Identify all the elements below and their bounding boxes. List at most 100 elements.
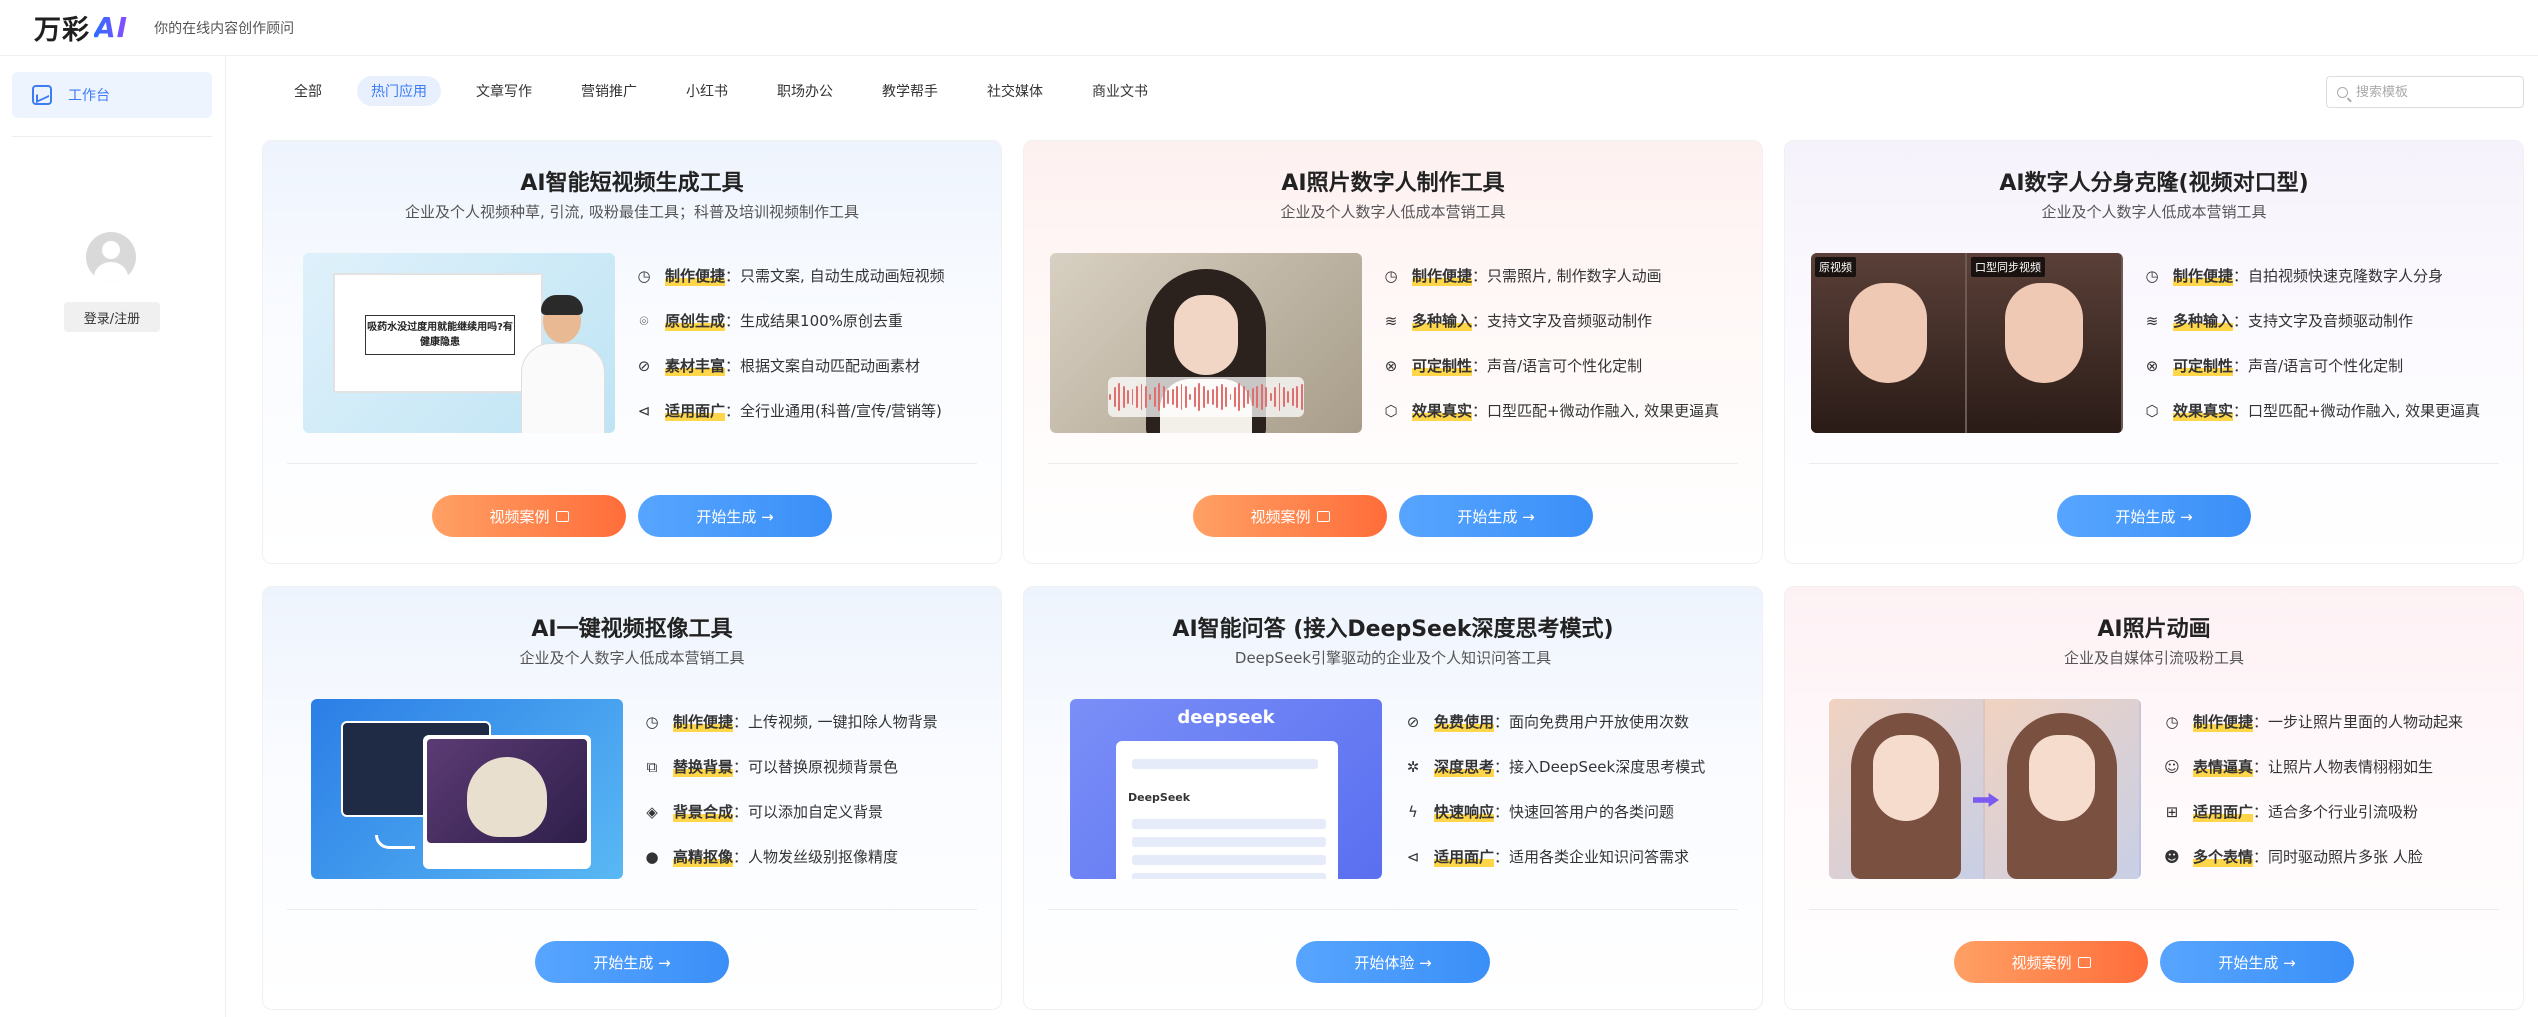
category-tabs: 全部 热门应用 文章写作 营销推广 小红书 职场办公 教学帮手 社交媒体 商业文… [280,76,1183,106]
card-subtitle: 企业及个人数字人低成本营销工具 [1280,203,1506,221]
start-experience-button[interactable]: 开始体验 → [1296,941,1490,983]
sidebar-divider [12,136,212,137]
original-video-tag: 原视频 [1815,257,1856,277]
sidebar-item-workspace[interactable]: 工作台 [12,72,212,118]
audio-wave [1108,377,1304,417]
card-divider [1048,909,1738,910]
gear-icon: ✲ [1406,757,1420,776]
card-title: AI智能短视频生成工具 [520,171,744,196]
feature-item: ⊲ 适用面广：全行业通用(科普/宣传/营销等) [635,388,1001,433]
card-title: AI一键视频抠像工具 [531,617,733,642]
card-subtitle: DeepSeek引擎驱动的企业及个人知识问答工具 [1234,649,1552,667]
card-divider [1809,909,2499,910]
card-photo-digital-human: AI照片数字人制作工具 企业及个人数字人低成本营销工具 ◷ 制作便捷：只需照片, … [1023,140,1763,564]
tab-marketing[interactable]: 营销推广 [567,76,651,106]
feature-list: ◷ 制作便捷：上传视频, 一键扣除人物背景 ⧉ 替换背景：可以替换原视频背景色 ◈ 背… [643,699,1001,879]
feature-item: ⊲ 适用面广：适用各类企业知识问答需求 [1404,834,1762,879]
tab-office[interactable]: 职场办公 [763,76,847,106]
video-case-button[interactable]: 视频案例 [1193,495,1387,537]
puzzle-icon: ⊗ [1384,356,1398,375]
card-thumbnail[interactable] [311,699,623,879]
card-deepseek-qa: AI智能问答 (接入DeepSeek深度思考模式) DeepSeek引擎驱动的企… [1023,586,1763,1010]
feature-item: ✲ 深度思考：接入DeepSeek深度思考模式 [1404,744,1762,789]
feature-item: ≋ 多种输入：支持文字及音频驱动制作 [1382,298,1762,343]
card-subtitle: 企业及个人数字人低成本营销工具 [519,649,745,667]
card-title: AI照片数字人制作工具 [1281,171,1505,196]
card-subtitle: 企业及个人视频种草, 引流, 吸粉最佳工具；科普及培训视频制作工具 [404,203,860,221]
feature-item: ⊘ 素材丰富：根据文案自动匹配动画素材 [635,343,1001,388]
feature-item: ⌾ 原创生成：生成结果100%原创去重 [635,298,1001,343]
feature-item: ϟ 快速响应：快速回答用户的各类问题 [1404,789,1762,834]
card-title: AI智能问答 (接入DeepSeek深度思考模式) [1172,617,1614,642]
sidebar: 工作台 登录/注册 [0,56,226,1017]
sidebar-item-label: 工作台 [68,88,110,104]
card-subtitle: 企业及自媒体引流吸粉工具 [2063,649,2244,667]
card-thumbnail[interactable]: 原视频 口型同步视频 [1811,253,2123,433]
card-title: AI照片动画 [2097,617,2211,642]
deepseek-panel-label: DeepSeek [1128,791,1191,804]
avatar[interactable] [86,232,136,282]
clock-icon: ◷ [2165,712,2179,731]
smile-icon: ☺ [2164,757,2180,776]
start-generate-button[interactable]: 开始生成 → [535,941,729,983]
feature-item: ⬡ 效果真实：口型匹配+微动作融入, 效果更逼真 [2143,388,2523,433]
feature-item: ◷ 制作便捷：上传视频, 一键扣除人物背景 [643,699,1001,744]
card-thumbnail[interactable] [1829,699,2141,879]
login-register-button[interactable]: 登录/注册 [64,302,160,332]
shield-icon: ⬡ [2145,401,2159,420]
bolt-icon: ϟ [1408,802,1418,821]
tab-xiaohongshu[interactable]: 小红书 [672,76,742,106]
start-generate-button[interactable]: 开始生成 → [1399,495,1593,537]
feature-item: ☺ 表情逼真：让照片人物表情栩栩如生 [2164,756,2434,777]
card-thumbnail[interactable] [1050,253,1362,433]
video-case-button[interactable]: 视频案例 [1954,941,2148,983]
layers-icon: ⊘ [637,356,651,375]
tab-all[interactable]: 全部 [280,76,336,106]
feature-item: ⊘ 免费使用：面向免费用户开放使用次数 [1404,699,1762,744]
card-digital-clone: AI数字人分身克隆(视频对口型) 企业及个人数字人低成本营销工具 原视频 口型同… [1784,140,2524,564]
feature-item: ⬡ 效果真实：口型匹配+微动作融入, 效果更逼真 [1382,388,1762,433]
lip-sync-video-tag: 口型同步视频 [1971,257,2045,277]
feature-item: ◷ 制作便捷：只需文案, 自动生成动画短视频 [635,253,1001,298]
card-title: AI数字人分身克隆(视频对口型) [1999,171,2309,196]
logo-ai-mark: AI [94,11,129,44]
feature-item: ⊗ 可定制性：声音/语言可个性化定制 [1382,343,1762,388]
card-divider [1048,463,1738,464]
tab-hot-apps[interactable]: 热门应用 [357,76,441,106]
shield-icon: ⬡ [1384,401,1398,420]
search-icon [2337,86,2348,98]
chart-icon [32,85,52,105]
thumbnail-caption: 吸药水没过度用就能继续用吗?有健康隐患 [365,315,515,355]
swap-icon: ⧉ [646,757,658,776]
feature-list: ◷ 制作便捷：只需文案, 自动生成动画短视频 ⌾ 原创生成：生成结果100%原创去重… [635,253,1001,433]
tab-business-docs[interactable]: 商业文书 [1078,76,1162,106]
pin-icon: ⌾ [639,311,649,330]
bucket-icon: ◈ [646,802,658,821]
search-box[interactable] [2326,76,2524,108]
logo[interactable]: 万彩 AI [34,8,128,47]
tab-teaching[interactable]: 教学帮手 [868,76,952,106]
feature-list: ◷ 制作便捷：一步让照片里面的人物动起来 ☺ 表情逼真：让照片人物表情栩栩如生 ⊞ 适… [2163,699,2523,879]
share-icon: ⊲ [1406,847,1420,866]
tab-article-writing[interactable]: 文章写作 [462,76,546,106]
puzzle-icon: ⊗ [2145,356,2159,375]
start-generate-button[interactable]: 开始生成 → [2160,941,2354,983]
feature-item: ⧉ 替换背景：可以替换原视频背景色 [643,744,1001,789]
video-icon [555,510,569,522]
start-generate-button[interactable]: 开始生成 → [638,495,832,537]
video-icon [1316,510,1330,522]
card-subtitle: 企业及个人数字人低成本营销工具 [2041,203,2267,221]
search-input[interactable] [2356,84,2516,100]
video-case-button[interactable]: 视频案例 [432,495,626,537]
card-divider [287,909,977,910]
card-divider [287,463,977,464]
feature-list: ◷ 制作便捷：只需照片, 制作数字人动画 ≋ 多种输入：支持文字及音频驱动制作 ⊗ 可… [1382,253,1762,433]
start-generate-button[interactable]: 开始生成 → [2057,495,2251,537]
card-thumbnail[interactable]: deepseek DeepSeek [1070,699,1382,879]
card-thumbnail[interactable]: 吸药水没过度用就能继续用吗?有健康隐患 [303,253,615,433]
feature-item: ⊗ 可定制性：声音/语言可个性化定制 [2143,343,2523,388]
card-divider [1809,463,2499,464]
tab-social-media[interactable]: 社交媒体 [973,76,1057,106]
feature-item: ≋ 多种输入：支持文字及音频驱动制作 [2143,298,2523,343]
feature-item: ◈ 背景合成：可以添加自定义背景 [643,789,1001,834]
